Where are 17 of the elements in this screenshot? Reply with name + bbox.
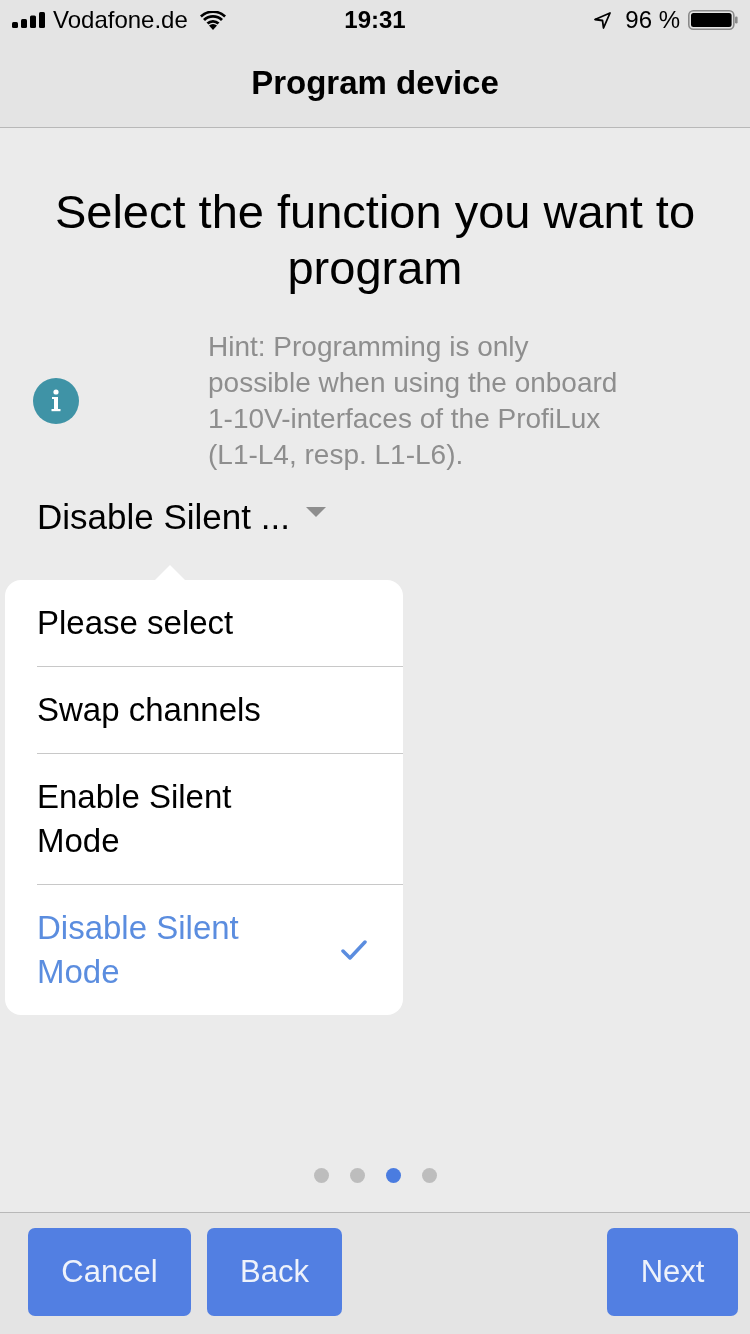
hint-text: Hint: Programming is only possible when using the onboard 1-10V-interfaces of the ProfiLux (L1-L4, resp. L1-L6). [208,330,619,472]
caret-icon [305,507,326,517]
screen-title: Program device [251,62,499,103]
function-dropdown[interactable]: Disable Silent ... [37,495,326,539]
battery-icon [688,10,738,30]
page-heading: Select the function you want to program [53,184,697,296]
menu-option[interactable]: Please select [5,580,403,666]
location-arrow-icon [594,11,612,29]
clock-time: 19:31 [344,6,406,34]
wifi-icon [199,10,226,30]
signal-icon [12,12,45,28]
battery-percentage: 96 % [625,6,680,34]
checkmark-icon [341,939,367,961]
menu-option[interactable]: Swap channels [5,667,403,753]
carrier-name: Vodafone.de [53,6,188,34]
menu-option[interactable]: Enable Silent Mode [5,754,403,884]
info-icon [33,378,79,424]
